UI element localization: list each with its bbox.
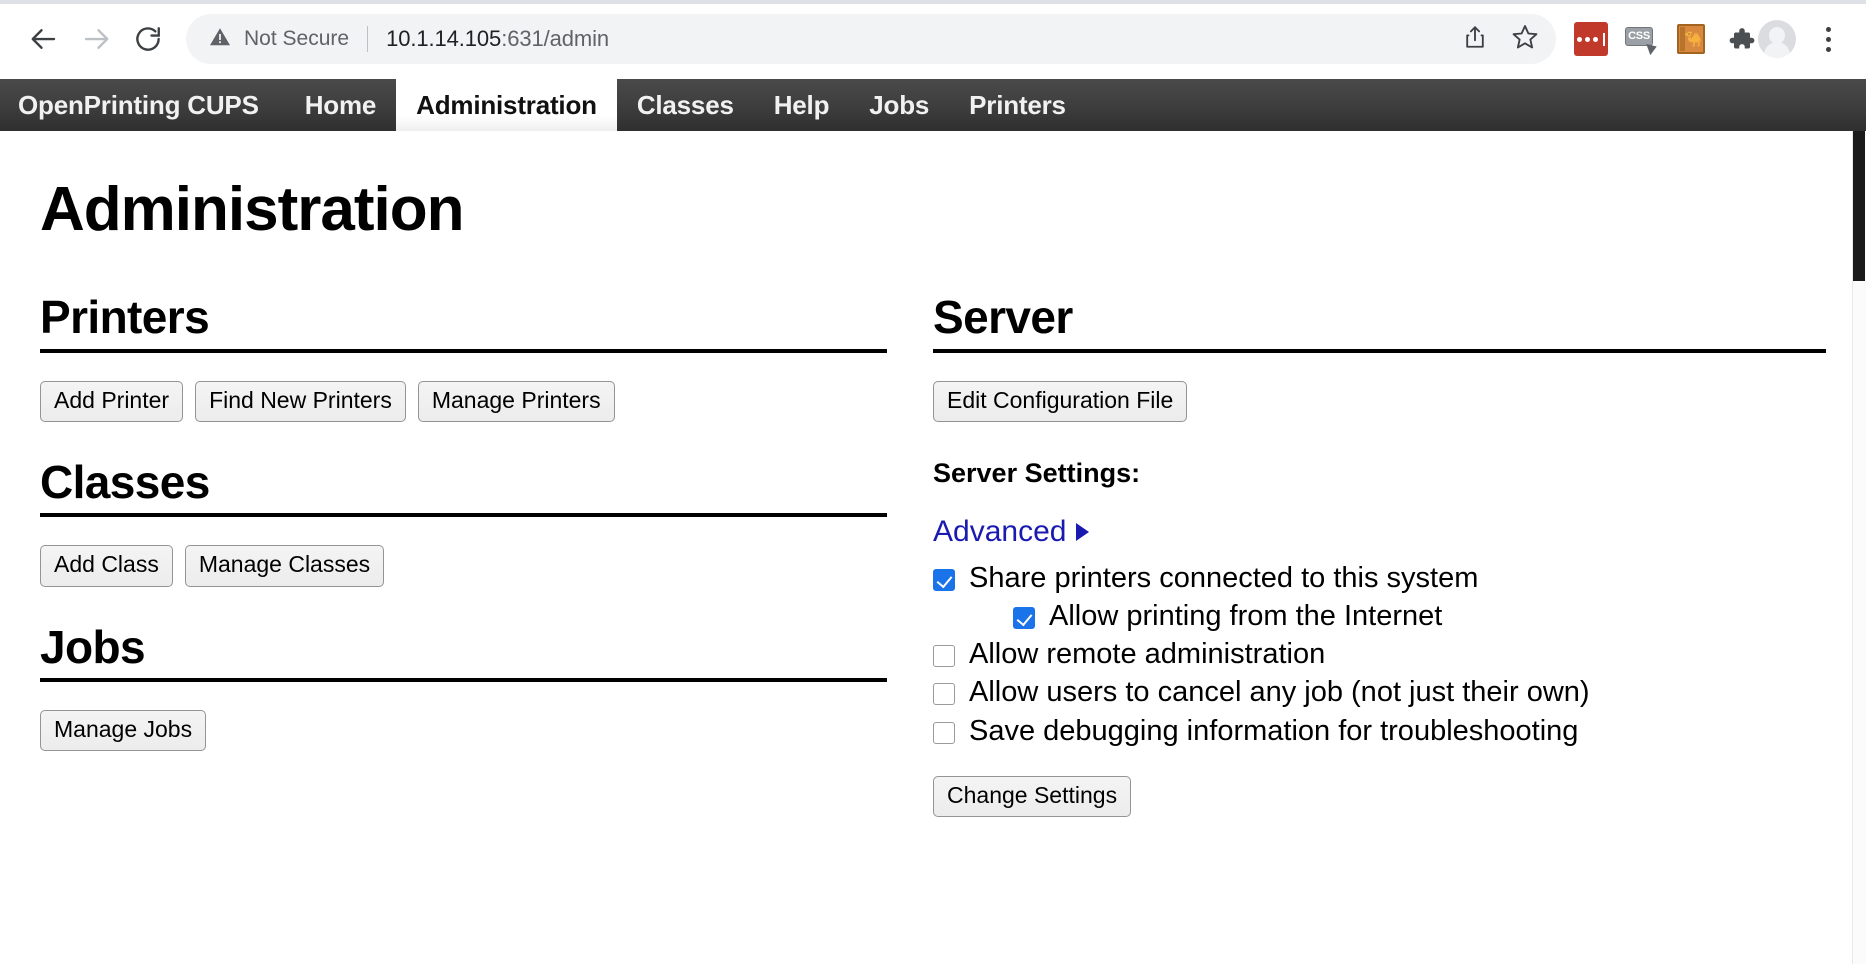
setting-row-allow-cancel-any-job[interactable]: Allow users to cancel any job (not just … bbox=[933, 673, 1826, 711]
warning-triangle-icon bbox=[208, 25, 232, 54]
advanced-settings-link[interactable]: Advanced bbox=[933, 514, 1090, 549]
checkbox-save-debugging-info[interactable] bbox=[933, 721, 955, 744]
lastpass-extension-icon[interactable] bbox=[1574, 22, 1608, 56]
extensions-puzzle-icon[interactable] bbox=[1724, 22, 1758, 56]
scrollbar[interactable] bbox=[1852, 131, 1866, 964]
setting-label-allow-internet-printing[interactable]: Allow printing from the Internet bbox=[1049, 599, 1442, 633]
back-button[interactable] bbox=[18, 13, 70, 65]
tabstrip-edge bbox=[0, 0, 1866, 4]
css-extension-icon[interactable]: CSS bbox=[1624, 22, 1659, 56]
share-button[interactable] bbox=[1452, 16, 1498, 62]
section-heading-jobs: Jobs bbox=[40, 622, 887, 683]
toolbar-extensions: CSS 🐪 bbox=[1574, 22, 1758, 56]
manage-jobs-button[interactable]: Manage Jobs bbox=[40, 710, 207, 752]
star-icon bbox=[1511, 23, 1539, 56]
change-settings-button[interactable]: Change Settings bbox=[933, 775, 1132, 818]
url-path: :631/admin bbox=[501, 26, 610, 51]
advanced-link-label: Advanced bbox=[933, 514, 1067, 548]
nav-item-help[interactable]: Help bbox=[754, 79, 850, 131]
right-column: Server Edit Configuration File Server Se… bbox=[933, 292, 1826, 818]
manage-printers-button[interactable]: Manage Printers bbox=[417, 380, 615, 422]
setting-label-save-debugging-info[interactable]: Save debugging information for troublesh… bbox=[969, 714, 1578, 748]
cups-navigation-bar: OpenPrinting CUPS Home Administration Cl… bbox=[0, 79, 1866, 131]
checkbox-share-printers[interactable] bbox=[933, 568, 955, 591]
setting-row-allow-internet-printing[interactable]: Allow printing from the Internet bbox=[1013, 597, 1826, 635]
edit-configuration-file-button[interactable]: Edit Configuration File bbox=[933, 380, 1188, 422]
nav-item-printers[interactable]: Printers bbox=[949, 79, 1086, 131]
setting-row-save-debugging-info[interactable]: Save debugging information for troublesh… bbox=[933, 712, 1826, 750]
setting-row-share-printers[interactable]: Share printers connected to this system bbox=[933, 559, 1826, 597]
avatar[interactable] bbox=[1758, 20, 1796, 58]
checkbox-allow-internet-printing[interactable] bbox=[1013, 607, 1035, 630]
site-security-indicator[interactable]: Not Secure bbox=[208, 25, 349, 54]
server-settings-heading: Server Settings: bbox=[933, 457, 1141, 488]
add-class-button[interactable]: Add Class bbox=[40, 545, 173, 587]
setting-row-allow-remote-administration[interactable]: Allow remote administration bbox=[933, 635, 1826, 673]
nav-brand-openprinting-cups[interactable]: OpenPrinting CUPS bbox=[0, 79, 285, 131]
left-column: Printers Add Printer Find New Printers M… bbox=[40, 292, 933, 817]
triangle-right-icon bbox=[1076, 522, 1090, 541]
server-button-row: Edit Configuration File bbox=[933, 380, 1826, 422]
setting-label-share-printers[interactable]: Share printers connected to this system bbox=[969, 561, 1478, 595]
book-glyph: 🐪 bbox=[1677, 24, 1705, 54]
forward-button[interactable] bbox=[70, 13, 122, 65]
reload-icon bbox=[133, 24, 163, 54]
arrow-right-icon bbox=[81, 24, 111, 54]
url-text[interactable]: 10.1.14.105:631/admin bbox=[386, 26, 1452, 52]
checkbox-allow-cancel-any-job[interactable] bbox=[933, 683, 955, 706]
not-secure-label: Not Secure bbox=[244, 27, 350, 50]
find-new-printers-button[interactable]: Find New Printers bbox=[195, 380, 406, 422]
checkbox-allow-remote-administration[interactable] bbox=[933, 645, 955, 668]
setting-label-allow-remote-administration[interactable]: Allow remote administration bbox=[969, 637, 1325, 671]
classes-button-row: Add Class Manage Classes bbox=[40, 545, 887, 587]
pencil-glyph bbox=[1646, 40, 1659, 56]
add-printer-button[interactable]: Add Printer bbox=[40, 380, 184, 422]
share-icon bbox=[1462, 24, 1488, 55]
avatar-icon bbox=[1760, 22, 1794, 58]
manage-classes-button[interactable]: Manage Classes bbox=[184, 545, 385, 587]
address-bar[interactable]: Not Secure 10.1.14.105:631/admin bbox=[186, 14, 1556, 64]
nav-item-home[interactable]: Home bbox=[285, 79, 396, 131]
perl-camel-extension-icon[interactable]: 🐪 bbox=[1674, 22, 1708, 56]
dots-glyph bbox=[1577, 32, 1605, 46]
printers-button-row: Add Printer Find New Printers Manage Pri… bbox=[40, 380, 887, 422]
url-host: 10.1.14.105 bbox=[386, 26, 502, 51]
nav-item-administration[interactable]: Administration bbox=[396, 79, 617, 131]
browser-toolbar: Not Secure 10.1.14.105:631/admin CSS 🐪 bbox=[0, 0, 1866, 79]
camel-glyph: 🐪 bbox=[1683, 30, 1703, 48]
arrow-left-icon bbox=[29, 24, 59, 54]
section-heading-classes: Classes bbox=[40, 457, 887, 518]
bookmark-button[interactable] bbox=[1502, 16, 1548, 62]
section-heading-printers: Printers bbox=[40, 292, 887, 353]
omnibox-divider bbox=[367, 26, 369, 52]
nav-item-classes[interactable]: Classes bbox=[617, 79, 754, 131]
reload-button[interactable] bbox=[122, 13, 174, 65]
admin-columns: Printers Add Printer Find New Printers M… bbox=[0, 292, 1866, 818]
scrollbar-thumb[interactable] bbox=[1853, 131, 1865, 281]
omnibox-actions bbox=[1452, 16, 1548, 62]
change-settings-row: Change Settings bbox=[933, 775, 1826, 818]
page-content: Administration Printers Add Printer Find… bbox=[0, 131, 1866, 964]
nav-item-jobs[interactable]: Jobs bbox=[849, 79, 949, 131]
three-dot-menu-icon[interactable] bbox=[1808, 17, 1848, 61]
section-heading-server: Server bbox=[933, 292, 1826, 353]
jobs-button-row: Manage Jobs bbox=[40, 710, 887, 752]
setting-label-allow-cancel-any-job[interactable]: Allow users to cancel any job (not just … bbox=[969, 675, 1590, 709]
page-title: Administration bbox=[40, 175, 464, 244]
server-settings-list: Share printers connected to this system … bbox=[933, 559, 1826, 750]
